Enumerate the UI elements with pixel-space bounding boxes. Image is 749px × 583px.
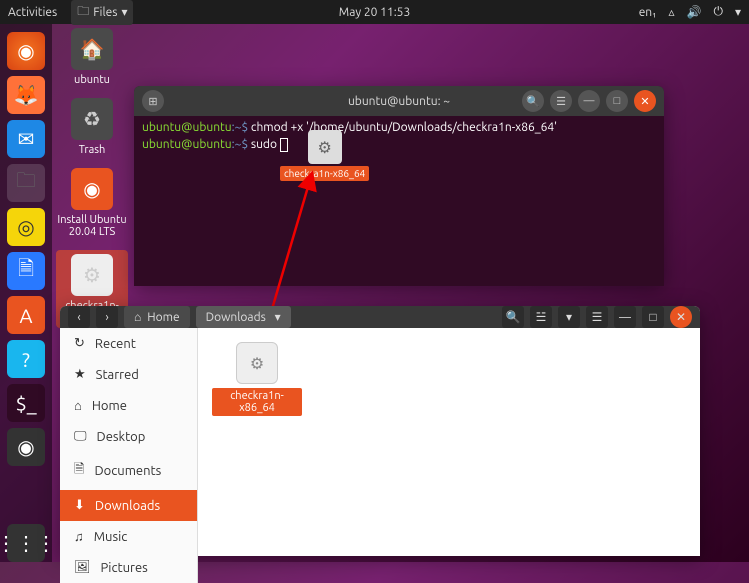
files-titlebar[interactable]: ‹ › ⌂ Home Downloads ▾ 🔍 ☱ ▾ ☰ — □ ✕ bbox=[60, 306, 700, 328]
dock-apps-icon[interactable]: ⋮⋮⋮ bbox=[7, 524, 45, 562]
dock-writer-icon[interactable]: 🗎 bbox=[7, 252, 45, 290]
dock-firefox-icon[interactable]: 🦊 bbox=[7, 76, 45, 114]
file-item-label: checkra1n-x86_64 bbox=[212, 388, 302, 416]
menu-icon[interactable]: ☰ bbox=[586, 306, 608, 328]
breadcrumb-downloads[interactable]: Downloads ▾ bbox=[196, 306, 291, 328]
dock-files-icon[interactable]: 🗀 bbox=[7, 164, 45, 202]
lang-indicator[interactable]: en₁ bbox=[639, 6, 657, 19]
terminal-window: ⊞ ubuntu@ubuntu: ~ 🔍 ☰ — □ ✕ ubuntu@ubun… bbox=[134, 86, 664, 286]
file-item-checkra1n[interactable]: ⚙ checkra1n-x86_64 bbox=[212, 342, 302, 416]
search-icon[interactable]: 🔍 bbox=[502, 306, 524, 328]
sidebar-item-desktop[interactable]: 🖵Desktop bbox=[60, 421, 197, 452]
network-icon[interactable]: ▵ bbox=[668, 5, 674, 19]
files-sidebar: ↻Recent ★Starred ⌂Home 🖵Desktop 🗎Documen… bbox=[60, 328, 198, 583]
maximize-button[interactable]: □ bbox=[642, 306, 664, 328]
minimize-button[interactable]: — bbox=[614, 306, 636, 328]
gear-icon: ⚙ bbox=[71, 254, 113, 296]
minimize-button[interactable]: — bbox=[578, 90, 600, 112]
sidebar-item-home[interactable]: ⌂Home bbox=[60, 390, 197, 421]
list-view-icon[interactable]: ☱ bbox=[530, 306, 552, 328]
dragged-file-label: checkra1n-x86_64 bbox=[280, 166, 369, 181]
sidebar-item-starred[interactable]: ★Starred bbox=[60, 359, 197, 390]
terminal-body[interactable]: ubuntu@ubuntu:~$ chmod +x '/home/ubuntu/… bbox=[134, 116, 664, 158]
maximize-button[interactable]: □ bbox=[606, 90, 628, 112]
terminal-titlebar[interactable]: ⊞ ubuntu@ubuntu: ~ 🔍 ☰ — □ ✕ bbox=[134, 86, 664, 116]
dock-thunderbird-icon[interactable]: ✉ bbox=[7, 120, 45, 158]
sidebar-item-downloads[interactable]: ⬇Downloads bbox=[60, 490, 197, 521]
desktop-icon-trash[interactable]: ♻Trash bbox=[56, 98, 128, 156]
dock-ubuntu-icon[interactable]: ◉ bbox=[7, 32, 45, 70]
dock-software-icon[interactable]: A bbox=[7, 296, 45, 334]
sidebar-item-music[interactable]: ♫Music bbox=[60, 521, 197, 552]
files-window: ‹ › ⌂ Home Downloads ▾ 🔍 ☱ ▾ ☰ — □ ✕ ↻Re… bbox=[60, 306, 700, 556]
close-button[interactable]: ✕ bbox=[670, 306, 692, 328]
new-tab-icon[interactable]: ⊞ bbox=[142, 90, 164, 112]
gear-icon: ⚙ bbox=[308, 130, 342, 164]
close-button[interactable]: ✕ bbox=[634, 90, 656, 112]
back-button[interactable]: ‹ bbox=[68, 306, 90, 328]
view-options-icon[interactable]: ▾ bbox=[558, 306, 580, 328]
ubuntu-icon: ◉ bbox=[71, 168, 113, 210]
dock-help-icon[interactable]: ? bbox=[7, 340, 45, 378]
volume-icon[interactable]: 🔊 bbox=[687, 5, 702, 19]
breadcrumb-home[interactable]: ⌂ Home bbox=[124, 306, 190, 328]
top-bar: Activities 🗀 Files ▾ May 20 11:53 en₁ ▵ … bbox=[0, 0, 749, 24]
files-view[interactable]: ⚙ checkra1n-x86_64 bbox=[198, 328, 700, 583]
forward-button[interactable]: › bbox=[96, 306, 118, 328]
desktop-icon-ubuntu[interactable]: 🏠ubuntu bbox=[56, 28, 128, 86]
dragged-file[interactable]: ⚙ checkra1n-x86_64 bbox=[280, 130, 369, 181]
desktop-icon-install[interactable]: ◉Install Ubuntu 20.04 LTS bbox=[56, 168, 128, 238]
sidebar-item-pictures[interactable]: 🖼Pictures bbox=[60, 552, 197, 583]
gear-icon: ⚙ bbox=[236, 342, 278, 384]
menu-icon[interactable]: ☰ bbox=[550, 90, 572, 112]
activities-button[interactable]: Activities bbox=[8, 6, 57, 19]
sidebar-item-documents[interactable]: 🗎Documents bbox=[60, 452, 197, 490]
dock-rhythmbox-icon[interactable]: ◎ bbox=[7, 208, 45, 246]
search-icon[interactable]: 🔍 bbox=[522, 90, 544, 112]
terminal-title: ubuntu@ubuntu: ~ bbox=[348, 95, 450, 108]
dock: ◉ 🦊 ✉ 🗀 ◎ 🗎 A ? $_ ◉ ⋮⋮⋮ bbox=[0, 24, 52, 562]
sidebar-item-recent[interactable]: ↻Recent bbox=[60, 328, 197, 359]
home-icon: 🏠 bbox=[71, 28, 113, 70]
clock[interactable]: May 20 11:53 bbox=[339, 6, 410, 19]
desktop: 🏠ubuntu ♻Trash ◉Install Ubuntu 20.04 LTS… bbox=[56, 28, 128, 336]
files-menu[interactable]: 🗀 Files ▾ bbox=[71, 0, 133, 25]
dock-terminal-icon[interactable]: $_ bbox=[7, 384, 45, 422]
trash-icon: ♻ bbox=[71, 98, 113, 140]
power-icon[interactable]: ⏻ bbox=[713, 5, 723, 19]
chevron-down-icon[interactable]: ▾ bbox=[735, 5, 741, 19]
dock-screenshot-icon[interactable]: ◉ bbox=[7, 428, 45, 466]
